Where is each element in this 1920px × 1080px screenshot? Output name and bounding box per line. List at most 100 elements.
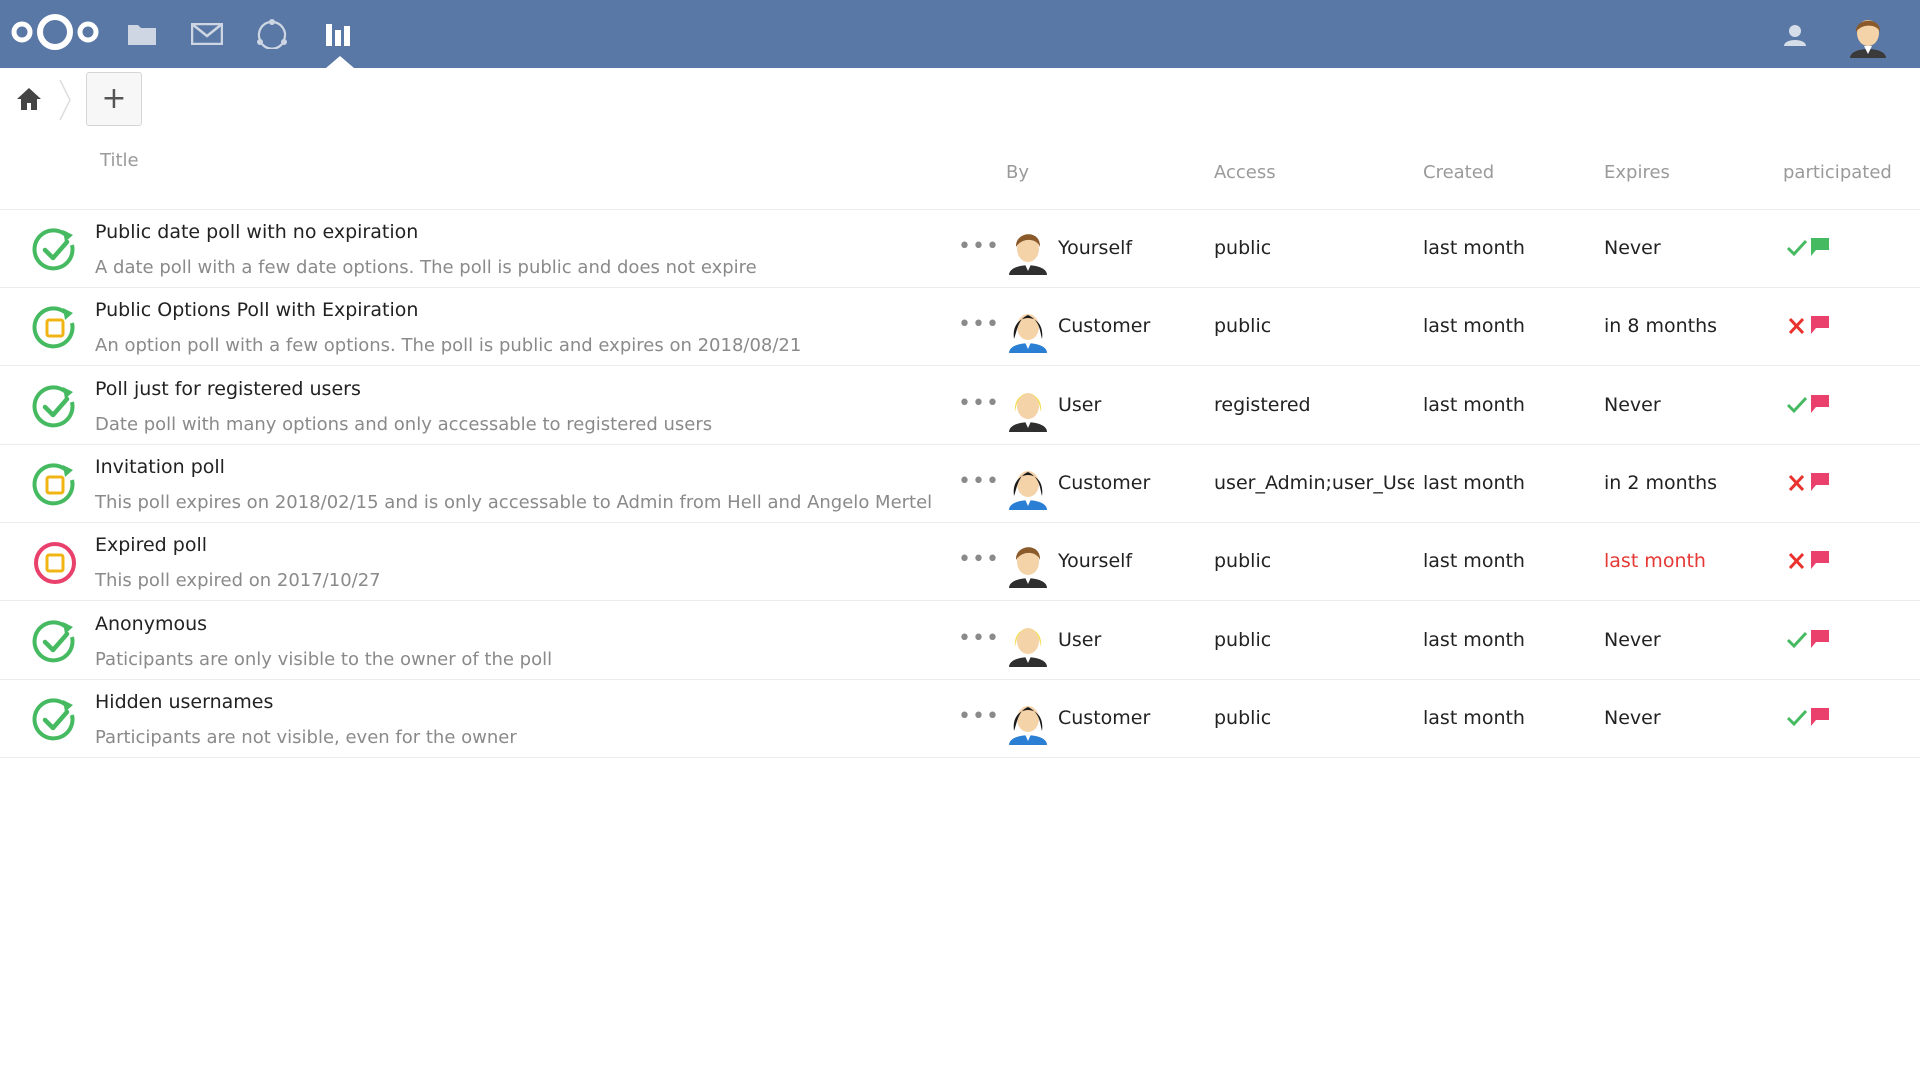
owner-avatar: [1006, 538, 1050, 589]
add-poll-button[interactable]: +: [86, 72, 142, 126]
comment-icon: [1810, 394, 1830, 414]
top-header: [0, 0, 1920, 68]
table-row[interactable]: Public Options Poll with Expiration An op…: [0, 288, 1920, 367]
poll-created: last month: [1423, 471, 1525, 494]
poll-menu-icon[interactable]: •••: [958, 549, 999, 571]
poll-title[interactable]: Invitation poll: [95, 456, 225, 478]
comment-icon: [1810, 707, 1830, 727]
poll-expires: Never: [1604, 237, 1661, 259]
cross-icon: [1786, 316, 1808, 336]
poll-menu-icon[interactable]: •••: [958, 627, 999, 649]
column-header-by[interactable]: By: [1006, 162, 1029, 183]
poll-access: registered: [1214, 393, 1311, 416]
polls-icon[interactable]: [320, 17, 356, 51]
poll-status-check-icon: [32, 619, 78, 665]
poll-created: last month: [1423, 393, 1525, 416]
table-header: Title By Access Created Expires particip…: [0, 130, 1920, 210]
poll-access: public: [1214, 628, 1272, 651]
table-row[interactable]: Hidden usernames Participants are not vis…: [0, 680, 1920, 758]
table-row[interactable]: Public date poll with no expiration A dat…: [0, 210, 1920, 288]
table-row[interactable]: Poll just for registered users Date poll …: [0, 367, 1920, 445]
comment-icon: [1810, 472, 1830, 492]
owner-avatar: [1006, 382, 1050, 432]
poll-title[interactable]: Expired poll: [95, 534, 207, 556]
mail-icon[interactable]: [189, 17, 225, 51]
poll-owner: Yourself: [1058, 237, 1133, 259]
participation-status: [1786, 393, 1834, 417]
column-header-title[interactable]: Title: [100, 150, 139, 171]
poll-access: public: [1214, 315, 1272, 338]
comment-icon: [1810, 629, 1830, 649]
participation-status: [1786, 549, 1834, 573]
poll-status-open-icon: [32, 462, 78, 508]
poll-description: A date poll with a few date options. The…: [95, 257, 757, 278]
poll-created: last month: [1423, 315, 1525, 338]
checkmark-icon: [1786, 630, 1808, 650]
poll-expires: Never: [1604, 706, 1661, 729]
owner-avatar: [1006, 695, 1050, 745]
poll-owner: Yourself: [1058, 550, 1133, 573]
column-header-participated[interactable]: participated: [1783, 162, 1892, 183]
poll-description: Date poll with many options and only acc…: [95, 413, 713, 435]
home-icon[interactable]: [16, 86, 42, 112]
participation-status: [1786, 706, 1834, 730]
poll-expires: in 8 months: [1604, 315, 1718, 338]
cross-icon: [1786, 551, 1808, 571]
table-row[interactable]: Expired poll This poll expired on 2017/10…: [0, 523, 1920, 602]
poll-owner: User: [1058, 628, 1102, 651]
poll-description: This poll expires on 2018/02/15 and is o…: [95, 491, 933, 513]
poll-expires: Never: [1604, 393, 1661, 416]
poll-menu-icon[interactable]: •••: [958, 314, 999, 336]
column-header-expires[interactable]: Expires: [1604, 162, 1670, 183]
contacts-icon[interactable]: [1780, 20, 1810, 50]
poll-status-check-icon: [32, 697, 78, 743]
user-avatar[interactable]: [1846, 12, 1890, 58]
poll-owner: Customer: [1058, 471, 1151, 494]
poll-description: Paticipants are only visible to the owne…: [95, 648, 553, 670]
poll-status-check-icon: [32, 384, 78, 430]
owner-avatar: [1006, 225, 1050, 275]
poll-menu-icon[interactable]: •••: [958, 236, 999, 258]
poll-access: user_Admin;user_User;: [1214, 471, 1414, 494]
poll-title[interactable]: Hidden usernames: [95, 691, 273, 713]
add-poll-label: +: [101, 81, 127, 116]
poll-description: Participants are not visible, even for t…: [95, 726, 517, 748]
cross-icon: [1786, 473, 1808, 493]
poll-expires: in 2 months: [1604, 471, 1718, 494]
table-row[interactable]: Invitation poll This poll expires on 2018…: [0, 445, 1920, 523]
poll-created: last month: [1423, 628, 1525, 651]
comment-icon: [1810, 550, 1830, 570]
poll-title[interactable]: Poll just for registered users: [95, 378, 361, 400]
poll-owner: Customer: [1058, 706, 1151, 729]
poll-created: last month: [1423, 550, 1525, 573]
owner-avatar: [1006, 460, 1050, 510]
table-row[interactable]: Anonymous Paticipants are only visible to…: [0, 602, 1920, 680]
poll-menu-icon[interactable]: •••: [958, 392, 999, 414]
checkmark-icon: [1786, 395, 1808, 415]
column-header-created[interactable]: Created: [1423, 162, 1494, 183]
poll-title[interactable]: Public Options Poll with Expiration: [95, 299, 418, 321]
active-app-indicator: [326, 56, 354, 68]
circles-icon[interactable]: [254, 17, 290, 51]
poll-title[interactable]: Anonymous: [95, 613, 207, 635]
poll-title[interactable]: Public date poll with no expiration: [95, 221, 418, 243]
participation-status: [1786, 628, 1834, 652]
poll-description: An option poll with a few options. The p…: [95, 335, 802, 357]
nextcloud-logo[interactable]: [8, 10, 102, 54]
poll-status-open-icon: [32, 305, 78, 351]
poll-access: public: [1214, 550, 1272, 573]
poll-created: last month: [1423, 706, 1525, 729]
poll-created: last month: [1423, 237, 1525, 259]
poll-expires: last month: [1604, 550, 1706, 573]
participation-status: [1786, 236, 1834, 260]
checkmark-icon: [1786, 708, 1808, 728]
owner-avatar: [1006, 617, 1050, 667]
breadcrumb-separator: [58, 78, 72, 122]
files-icon[interactable]: [124, 17, 160, 51]
poll-menu-icon[interactable]: •••: [958, 470, 999, 492]
participation-status: [1786, 471, 1834, 495]
checkmark-icon: [1786, 238, 1808, 258]
poll-status-expired-icon: [32, 540, 78, 586]
column-header-access[interactable]: Access: [1214, 162, 1276, 183]
poll-menu-icon[interactable]: •••: [958, 705, 999, 727]
